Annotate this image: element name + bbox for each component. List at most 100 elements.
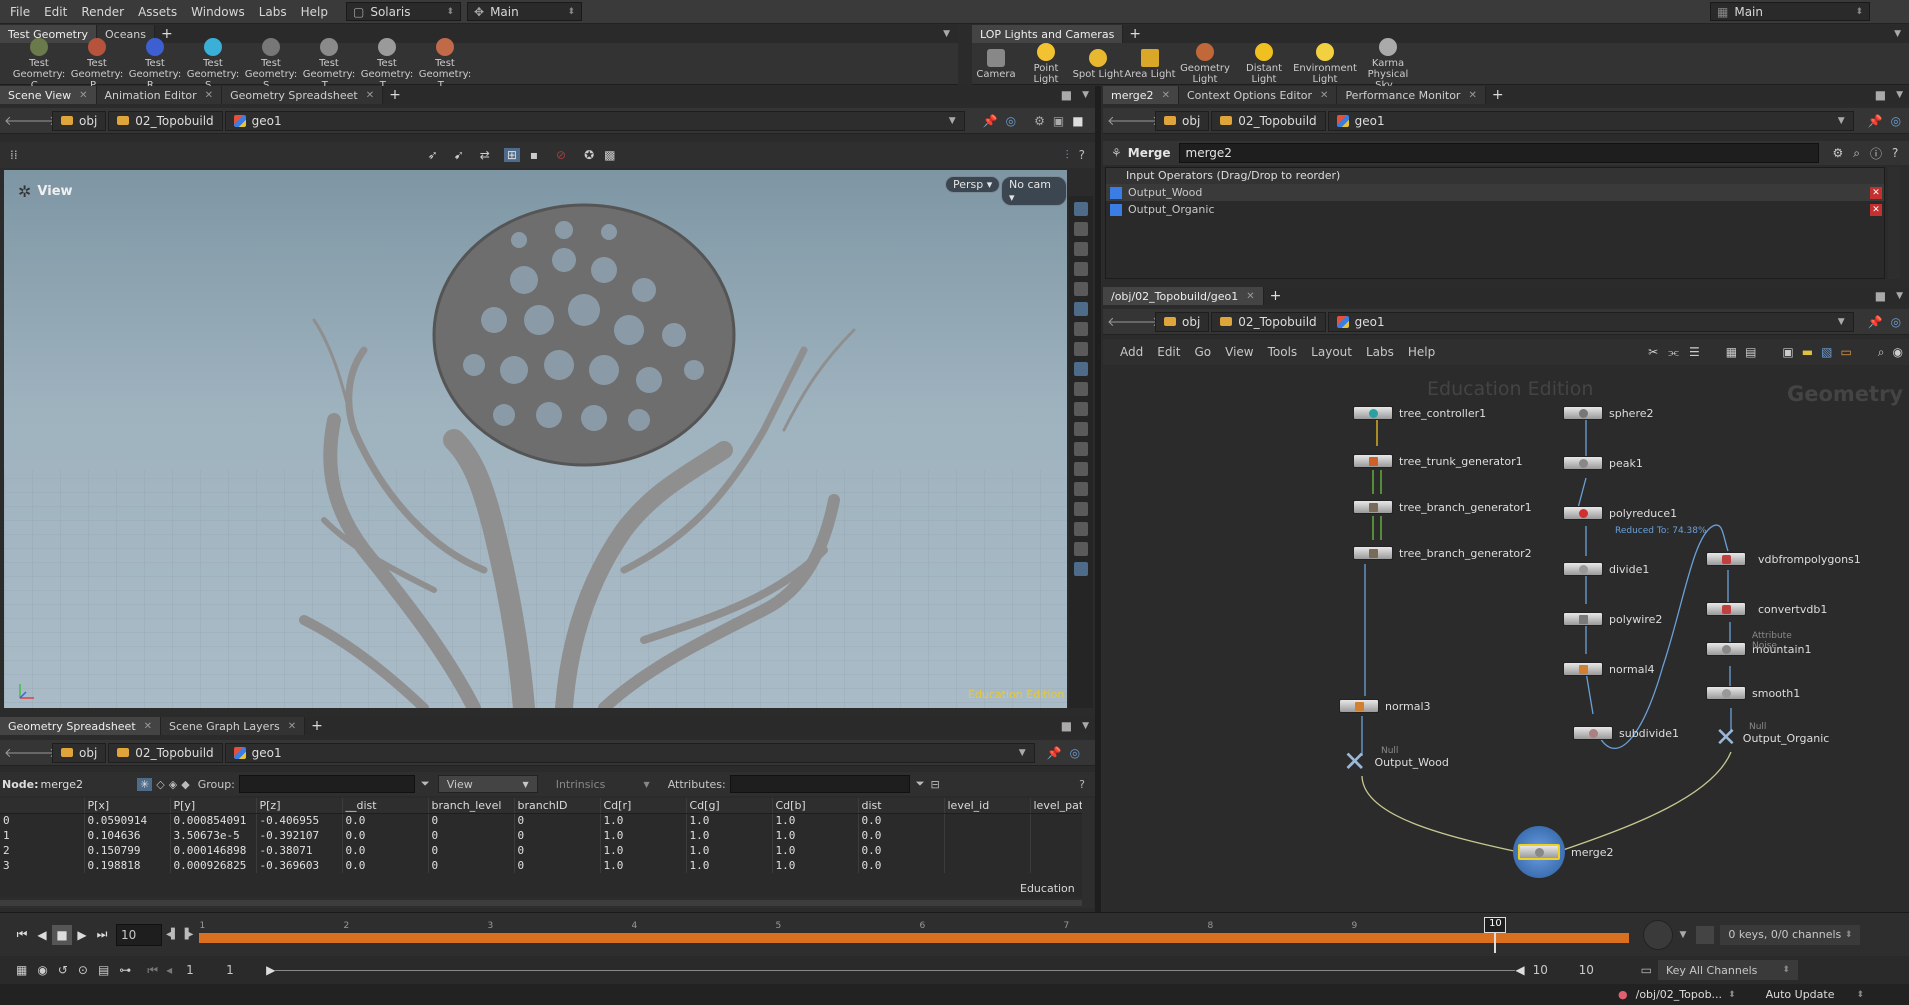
net-menu-go[interactable]: Go — [1194, 345, 1211, 359]
select-tool-icon[interactable]: ➶ — [428, 148, 438, 162]
remove-icon[interactable]: ✕ — [1870, 186, 1882, 199]
node-tree-controller1[interactable]: tree_controller1 — [1353, 406, 1486, 420]
headlight-icon[interactable] — [1074, 322, 1088, 336]
pane-menu-icon[interactable]: ▼ — [1896, 291, 1903, 301]
node-name-field[interactable]: merge2 — [1178, 143, 1819, 163]
record-icon[interactable]: ⊘ — [556, 148, 566, 162]
range-slider-left-icon[interactable]: ▶ — [266, 963, 275, 977]
fps-icon[interactable]: ▤ — [98, 963, 109, 977]
shelf-tool-test-geometry-s[interactable]: Test Geometry: S... — [184, 37, 242, 91]
column-header[interactable]: level_id — [944, 798, 1031, 814]
key-mode-icon[interactable]: ▭ — [1641, 963, 1652, 977]
back-icon[interactable]: 🡐 — [4, 745, 39, 761]
add-tab-icon[interactable]: + — [305, 718, 329, 734]
net-menu-help[interactable]: Help — [1408, 345, 1435, 359]
shelf-tool-test-geometry-t2[interactable]: Test Geometry: T... — [358, 37, 416, 91]
display-icon[interactable] — [1074, 202, 1088, 216]
remove-icon[interactable]: ✕ — [1870, 203, 1882, 216]
right-desktop-select[interactable]: ▦ Main ⬍ — [1710, 2, 1870, 21]
transform-tool-icon[interactable]: ⇄ — [480, 148, 490, 162]
loop-icon[interactable]: ↺ — [58, 963, 68, 977]
pane-max-icon[interactable]: ■ — [1061, 719, 1072, 733]
net-menu-edit[interactable]: Edit — [1157, 345, 1180, 359]
column-header[interactable]: level_path — [1030, 798, 1082, 814]
menu-help[interactable]: Help — [301, 5, 328, 19]
paint-icon[interactable] — [1074, 482, 1088, 496]
table-row[interactable]: 2 0.150799 0.000146898 -0.38071 0.0 0 0 1.0 1.0 1… — [0, 843, 1082, 858]
node-subdivide1[interactable]: subdivide1 — [1573, 726, 1679, 740]
pane-max-icon[interactable]: ■ — [1875, 289, 1886, 303]
parm-vscroll[interactable] — [1888, 167, 1900, 279]
forward-icon[interactable]: 🡒 — [1125, 314, 1160, 330]
table-view-icon[interactable]: ▤ — [1745, 345, 1756, 359]
node-sphere2[interactable]: sphere2 — [1563, 406, 1654, 420]
node-vdbfrompolygons1[interactable]: vdbfrompolygons1 — [1706, 552, 1861, 566]
tab-animation-editor[interactable]: Animation Editor ✕ — [96, 86, 223, 104]
pane-max-icon[interactable]: ■ — [1875, 88, 1886, 102]
camera-lock-icon[interactable] — [1074, 362, 1088, 376]
breadcrumb-obj[interactable]: obj — [52, 110, 107, 131]
playhead[interactable]: 10 — [1484, 916, 1507, 933]
viewport[interactable]: ✲ View Persp ▾ No cam ▾ Education Editio… — [4, 170, 1067, 708]
detail-mode-icon[interactable]: ◆ — [181, 778, 189, 791]
pin-icon[interactable]: 📌 — [1047, 746, 1062, 760]
brush-icon[interactable] — [1074, 462, 1088, 476]
node-normal4[interactable]: normal4 — [1563, 662, 1655, 676]
close-icon[interactable]: ✕ — [1162, 90, 1170, 101]
pin-icon[interactable]: 📌 — [1868, 114, 1883, 128]
bulb-icon[interactable] — [1074, 302, 1088, 316]
add-shelf-tab-icon[interactable]: + — [1123, 26, 1147, 42]
table-row[interactable]: 1 0.104636 3.50673e-5 -0.392107 0.0 0 0 1.0 1.0 1… — [0, 828, 1082, 843]
light-icon[interactable] — [1074, 282, 1088, 296]
snap-grid-icon[interactable]: ⊞ — [503, 148, 520, 162]
group-field[interactable] — [238, 775, 415, 793]
breadcrumb-obj[interactable]: obj — [52, 742, 107, 763]
step-back-icon[interactable]: ◀ — [32, 925, 52, 945]
column-header[interactable]: Cd[r] — [600, 798, 687, 814]
updown-icon[interactable]: ⬍ — [1728, 990, 1736, 1000]
shelf-tool-point-light[interactable]: Point Light — [1020, 43, 1072, 85]
list-item[interactable]: Output_Organic ✕ — [1106, 201, 1884, 218]
mask-icon[interactable] — [1074, 502, 1088, 516]
search-icon[interactable]: ⌕ — [1853, 146, 1860, 161]
object-icon[interactable] — [1074, 402, 1088, 416]
close-icon[interactable]: ✕ — [1468, 90, 1476, 101]
menu-render[interactable]: Render — [81, 5, 124, 19]
breadcrumb-geo[interactable]: geo1 ▼ — [224, 742, 1035, 763]
range-slider-right-icon[interactable]: ◀ — [1515, 963, 1524, 977]
link-icon[interactable]: ◎ — [1070, 746, 1080, 760]
shelf-tool-test-geometry-c[interactable]: Test Geometry: C... — [10, 37, 68, 91]
add-tab-icon[interactable]: + — [1486, 87, 1510, 103]
camera-menu-button[interactable]: No cam ▾ — [1001, 176, 1067, 206]
shelf-tool-environment-light[interactable]: Environment Light — [1293, 43, 1357, 85]
shelf-tool-camera[interactable]: Camera — [972, 48, 1020, 80]
tab-performance-monitor[interactable]: Performance Monitor ✕ — [1337, 86, 1486, 104]
list-item[interactable]: Output_Wood ✕ — [1106, 184, 1884, 201]
column-header[interactable]: branchID — [514, 798, 601, 814]
points-mode-icon[interactable]: ✳ — [137, 777, 153, 791]
shelf-tool-test-geometry-p[interactable]: Test Geometry: P... — [68, 37, 126, 91]
column-header[interactable]: Cd[g] — [686, 798, 773, 814]
box-icon[interactable]: ▭ — [1840, 345, 1851, 359]
shelf-tab-lop-lights[interactable]: LOP Lights and Cameras — [972, 25, 1124, 43]
display-options-icon[interactable]: ⚙ — [1034, 114, 1045, 128]
end-frame[interactable]: 10 — [1533, 963, 1579, 977]
menu-assets[interactable]: Assets — [138, 5, 177, 19]
frame-field[interactable]: 10 — [116, 923, 162, 946]
tab-geometry-spreadsheet[interactable]: Geometry Spreadsheet ✕ — [0, 717, 162, 735]
column-header[interactable]: P[x] — [84, 798, 171, 814]
close-icon[interactable]: ✕ — [1246, 291, 1254, 302]
node-polyreduce1[interactable]: polyreduce1 — [1563, 506, 1677, 520]
help-icon[interactable]: ? — [1079, 148, 1085, 162]
help-icon[interactable]: ? — [1892, 146, 1898, 160]
tree-icon[interactable]: ⫘ — [1668, 345, 1679, 360]
breadcrumb-geo[interactable]: geo1 ▼ — [1327, 110, 1854, 131]
keys-status[interactable]: 0 keys, 0/0 channels ⬍ — [1720, 924, 1861, 945]
table-row[interactable]: 0 0.0590914 0.000854091 -0.406955 0.0 0 0 1.0 1.… — [0, 813, 1082, 828]
columns-icon[interactable]: ⊟ — [931, 778, 940, 791]
node-convertvdb1[interactable]: convertvdb1 — [1706, 602, 1827, 616]
column-header[interactable]: Cd[b] — [772, 798, 859, 814]
tab-context-options[interactable]: Context Options Editor ✕ — [1178, 86, 1338, 104]
tab-scene-view[interactable]: Scene View ✕ — [0, 86, 97, 104]
key-prev-icon[interactable]: ◂▌ — [166, 929, 179, 940]
